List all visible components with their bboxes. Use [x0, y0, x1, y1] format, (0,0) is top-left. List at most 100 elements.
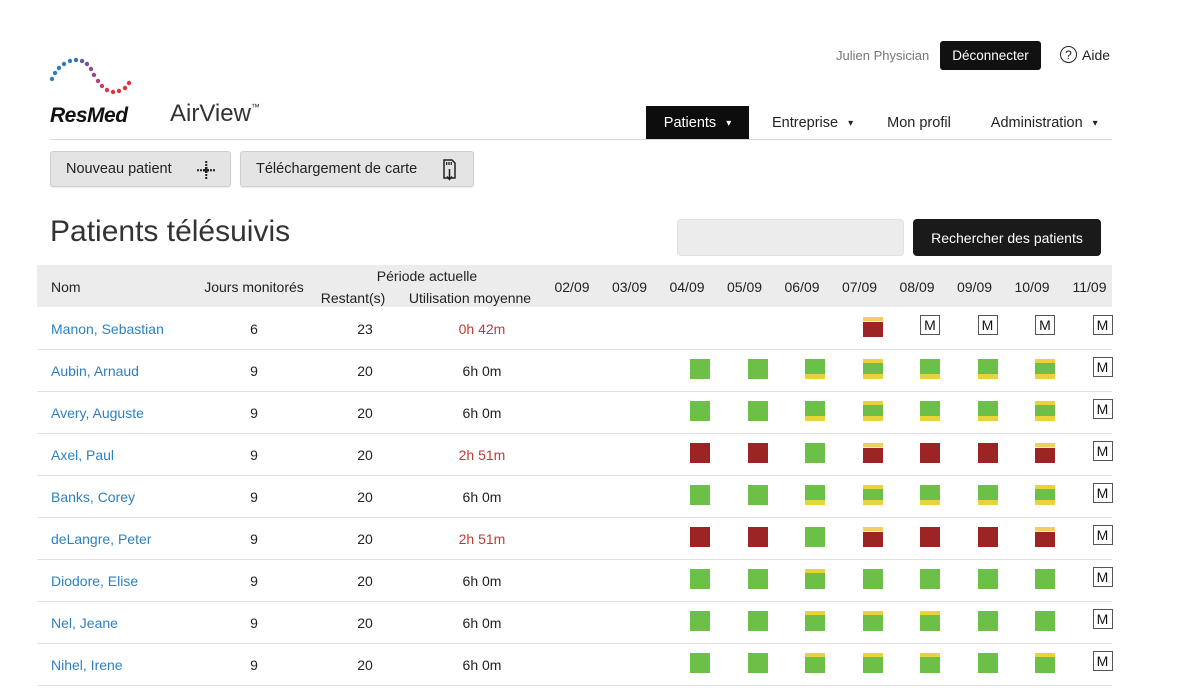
therapy-day-indicator[interactable] — [805, 611, 825, 631]
therapy-day-indicator[interactable] — [747, 485, 768, 505]
therapy-day-indicator[interactable] — [920, 569, 940, 589]
therapy-day-indicator[interactable] — [1035, 401, 1055, 421]
therapy-day-indicator[interactable] — [862, 401, 883, 421]
therapy-day-indicator[interactable] — [920, 485, 940, 505]
nav-patients[interactable]: Patients ▾ — [646, 106, 749, 140]
manual-entry-marker[interactable]: M — [1092, 567, 1113, 587]
therapy-day-indicator[interactable] — [862, 527, 883, 547]
therapy-day-indicator[interactable] — [977, 527, 998, 547]
therapy-day-indicator[interactable] — [862, 611, 883, 631]
therapy-day-indicator[interactable] — [747, 653, 768, 673]
therapy-day-indicator[interactable] — [1035, 653, 1055, 673]
therapy-day-indicator[interactable] — [862, 359, 883, 379]
new-patient-label: Nouveau patient — [66, 161, 172, 177]
therapy-day-indicator[interactable] — [690, 443, 710, 463]
therapy-day-indicator[interactable] — [747, 401, 768, 421]
therapy-day-indicator[interactable] — [747, 569, 768, 589]
manual-entry-marker[interactable]: M — [1035, 315, 1055, 335]
therapy-day-indicator[interactable] — [1035, 569, 1055, 589]
manual-entry-marker[interactable]: M — [1092, 357, 1113, 377]
manual-entry-marker[interactable]: M — [1092, 609, 1113, 629]
new-patient-button[interactable]: Nouveau patient — [50, 151, 231, 187]
therapy-day-indicator[interactable] — [920, 401, 940, 421]
therapy-day-indicator[interactable] — [690, 527, 710, 547]
therapy-day-indicator[interactable] — [862, 653, 883, 673]
therapy-day-indicator[interactable] — [747, 527, 768, 547]
therapy-day-indicator[interactable] — [977, 485, 998, 505]
therapy-day-indicator[interactable] — [805, 443, 825, 463]
therapy-day-indicator[interactable] — [920, 611, 940, 631]
therapy-day-indicator[interactable] — [805, 401, 825, 421]
average-usage: 6h 0m — [462, 657, 502, 673]
header-days-monitored[interactable]: Jours monitorés — [204, 279, 304, 295]
therapy-day-indicator[interactable] — [805, 527, 825, 547]
therapy-day-indicator[interactable] — [690, 359, 710, 379]
therapy-day-indicator[interactable] — [977, 359, 998, 379]
patient-name-link[interactable]: Avery, Auguste — [51, 405, 144, 421]
nav-entreprise[interactable]: Entreprise ▾ — [772, 106, 853, 140]
therapy-day-indicator[interactable] — [747, 443, 768, 463]
therapy-day-indicator[interactable] — [1035, 443, 1055, 463]
therapy-day-indicator[interactable] — [920, 527, 940, 547]
therapy-day-indicator[interactable] — [805, 653, 825, 673]
days-monitored: 9 — [250, 615, 258, 631]
therapy-day-indicator[interactable] — [862, 485, 883, 505]
therapy-day-indicator[interactable] — [1035, 359, 1055, 379]
logout-button[interactable]: Déconnecter — [940, 41, 1041, 70]
manual-entry-marker[interactable]: M — [1092, 315, 1113, 335]
manual-entry-marker[interactable]: M — [1092, 525, 1113, 545]
patient-name-link[interactable]: Nihel, Irene — [51, 657, 123, 673]
therapy-day-indicator[interactable] — [920, 443, 940, 463]
therapy-day-indicator[interactable] — [690, 611, 710, 631]
therapy-day-indicator[interactable] — [977, 653, 998, 673]
therapy-day-indicator[interactable] — [920, 653, 940, 673]
therapy-day-indicator[interactable] — [862, 443, 883, 463]
search-patients-button[interactable]: Rechercher des patients — [913, 219, 1101, 256]
therapy-day-indicator[interactable] — [1035, 485, 1055, 505]
patient-name-link[interactable]: Axel, Paul — [51, 447, 114, 463]
average-usage: 6h 0m — [462, 489, 502, 505]
therapy-day-indicator[interactable] — [977, 401, 998, 421]
therapy-day-indicator[interactable] — [690, 653, 710, 673]
manual-entry-marker[interactable]: M — [977, 315, 998, 335]
therapy-day-indicator[interactable] — [690, 569, 710, 589]
header-average-usage[interactable]: Utilisation moyenne — [409, 290, 531, 306]
card-download-button[interactable]: Téléchargement de carte — [240, 151, 474, 187]
header-date: 05/09 — [726, 279, 763, 295]
header-remaining[interactable]: Restant(s) — [321, 290, 386, 306]
therapy-day-indicator[interactable] — [690, 485, 710, 505]
page-title: Patients télésuivis — [50, 215, 291, 248]
manual-entry-marker[interactable]: M — [1092, 399, 1113, 419]
therapy-day-indicator[interactable] — [1035, 527, 1055, 547]
manual-entry-marker[interactable]: M — [920, 315, 940, 335]
therapy-day-indicator[interactable] — [690, 401, 710, 421]
therapy-day-indicator[interactable] — [977, 443, 998, 463]
manual-entry-marker[interactable]: M — [1092, 483, 1113, 503]
patient-name-link[interactable]: Diodore, Elise — [51, 573, 138, 589]
therapy-day-indicator[interactable] — [805, 359, 825, 379]
therapy-day-indicator[interactable] — [920, 359, 940, 379]
patient-name-link[interactable]: Aubin, Arnaud — [51, 363, 139, 379]
therapy-day-indicator[interactable] — [977, 611, 998, 631]
therapy-day-indicator[interactable] — [805, 569, 825, 589]
patient-name-link[interactable]: deLangre, Peter — [51, 531, 151, 547]
manual-entry-marker[interactable]: M — [1092, 651, 1113, 671]
help-icon: ? — [1060, 46, 1077, 63]
therapy-day-indicator[interactable] — [747, 611, 768, 631]
therapy-day-indicator[interactable] — [977, 569, 998, 589]
header-name[interactable]: Nom — [51, 279, 81, 295]
patient-name-link[interactable]: Nel, Jeane — [51, 615, 118, 631]
nav-administration[interactable]: Administration ▾ — [991, 106, 1098, 140]
therapy-day-indicator[interactable] — [862, 569, 883, 589]
help-link[interactable]: ? Aide — [1060, 46, 1110, 63]
trademark: ™ — [250, 102, 260, 112]
therapy-day-indicator[interactable] — [805, 485, 825, 505]
nav-profil[interactable]: Mon profil — [887, 106, 951, 140]
patient-name-link[interactable]: Banks, Corey — [51, 489, 135, 505]
therapy-day-indicator[interactable] — [747, 359, 768, 379]
search-input[interactable] — [677, 219, 904, 256]
manual-entry-marker[interactable]: M — [1092, 441, 1113, 461]
therapy-day-indicator[interactable] — [1035, 611, 1055, 631]
therapy-day-indicator[interactable] — [862, 317, 883, 337]
patient-name-link[interactable]: Manon, Sebastian — [51, 321, 164, 337]
